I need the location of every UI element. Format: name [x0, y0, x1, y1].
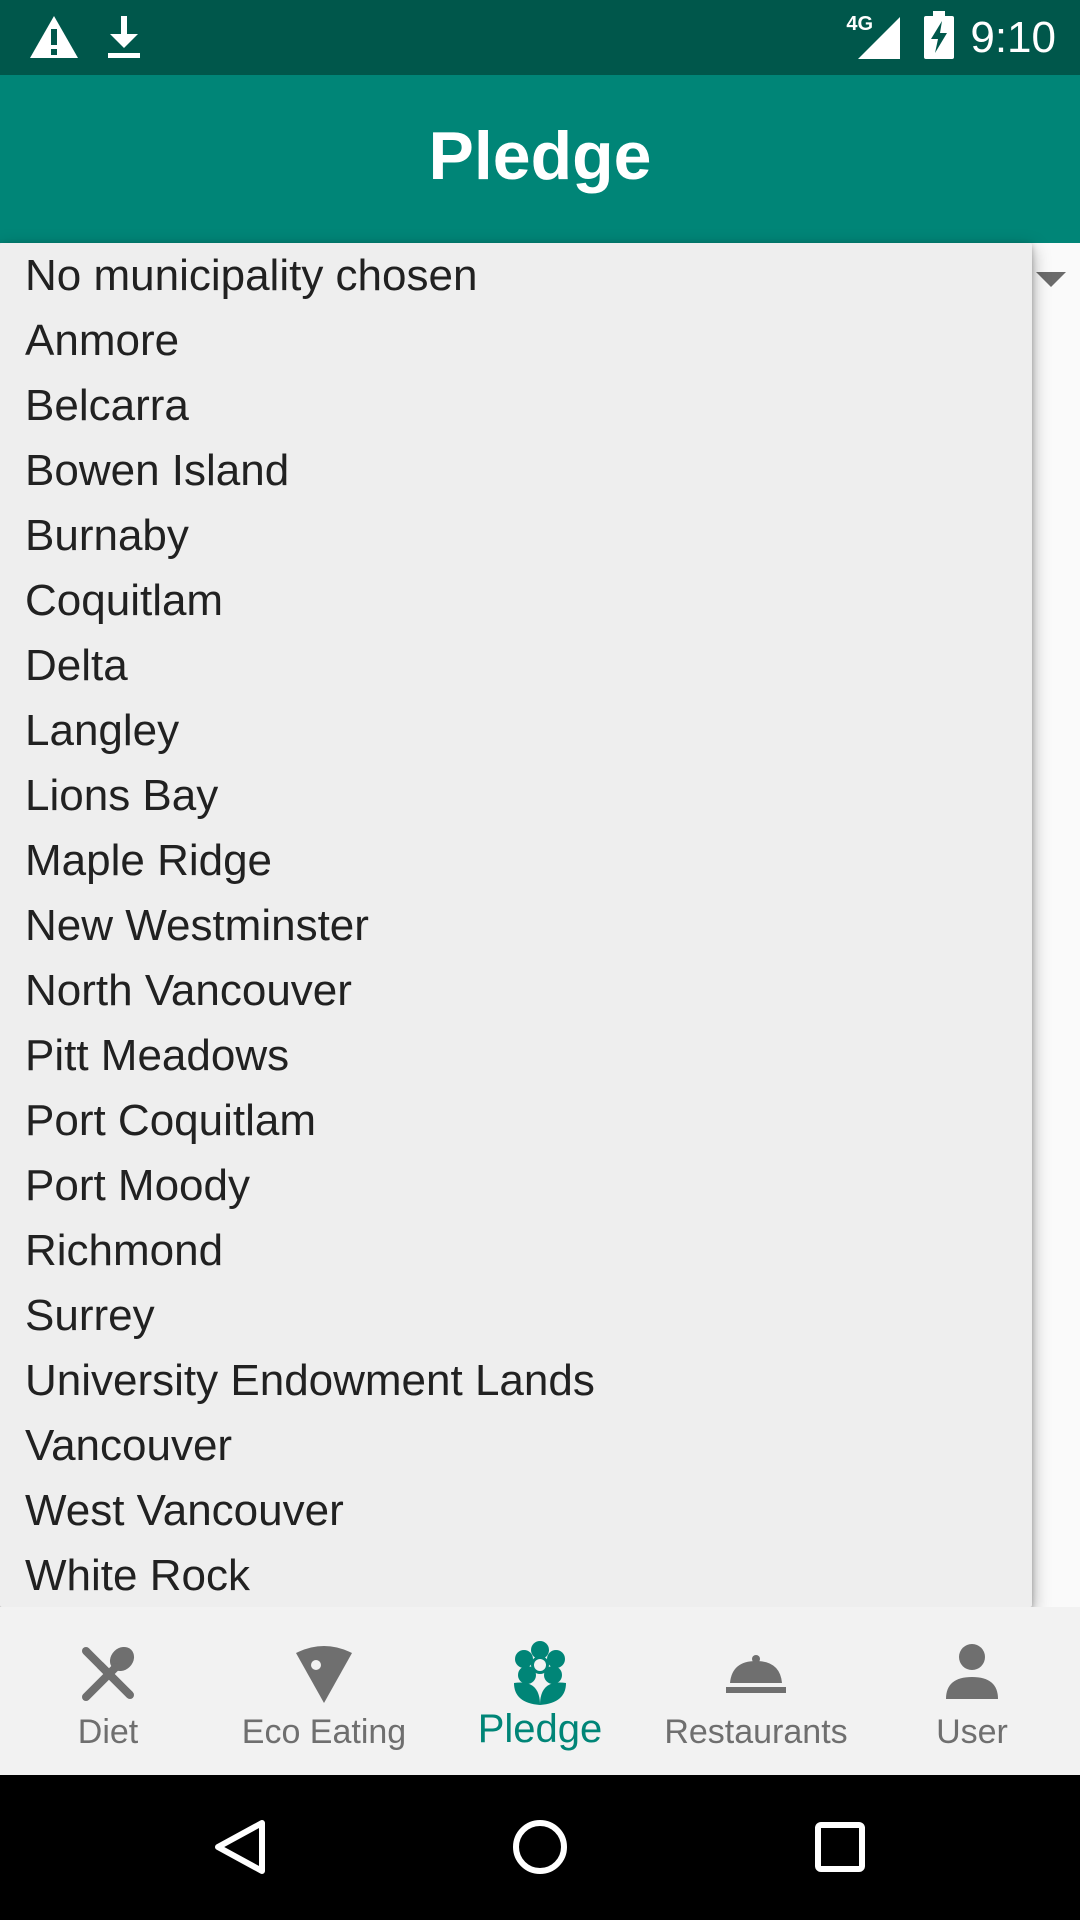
- status-time: 9:10: [970, 12, 1056, 62]
- dropdown-item[interactable]: North Vancouver: [0, 958, 1032, 1023]
- recents-icon[interactable]: [810, 1817, 870, 1877]
- person-icon: [940, 1641, 1004, 1705]
- dropdown-item[interactable]: Port Coquitlam: [0, 1088, 1032, 1153]
- status-bar: 4G 9:10: [0, 0, 1080, 75]
- dropdown-item[interactable]: Burnaby: [0, 503, 1032, 568]
- dropdown-item[interactable]: Anmore: [0, 308, 1032, 373]
- bottom-navigation: Diet Eco Eating Pledge Restaurants User: [0, 1607, 1080, 1775]
- nav-item-restaurants[interactable]: Restaurants: [648, 1607, 864, 1775]
- nav-item-pledge[interactable]: Pledge: [432, 1607, 648, 1775]
- dropdown-item[interactable]: Richmond: [0, 1218, 1032, 1283]
- page-title: Pledge: [428, 118, 652, 194]
- download-icon: [102, 14, 146, 65]
- nav-label-eco-eating: Eco Eating: [241, 1713, 407, 1751]
- app-bar: Pledge: [0, 75, 1080, 243]
- dropdown-item[interactable]: University Endowment Lands: [0, 1348, 1032, 1413]
- nav-label-user: User: [936, 1713, 1008, 1751]
- dropdown-item[interactable]: Surrey: [0, 1283, 1032, 1348]
- dropdown-item[interactable]: Maple Ridge: [0, 828, 1032, 893]
- cloche-icon: [724, 1641, 788, 1705]
- nav-label-restaurants: Restaurants: [664, 1713, 848, 1751]
- back-icon[interactable]: [210, 1817, 270, 1877]
- dropdown-item[interactable]: New Westminster: [0, 893, 1032, 958]
- dropdown-item[interactable]: Coquitlam: [0, 568, 1032, 633]
- network-type-label: 4G: [846, 12, 874, 35]
- dropdown-item[interactable]: Port Moody: [0, 1153, 1032, 1218]
- flower-icon: [508, 1641, 572, 1705]
- nav-label-pledge: Pledge: [477, 1707, 603, 1751]
- system-navigation-bar: [0, 1775, 1080, 1920]
- dropdown-item[interactable]: Vancouver: [0, 1413, 1032, 1478]
- dropdown-item[interactable]: Langley: [0, 698, 1032, 763]
- fork-knife-icon: [76, 1641, 140, 1705]
- dropdown-item[interactable]: White Rock: [0, 1543, 1032, 1607]
- dropdown-item[interactable]: Bowen Island: [0, 438, 1032, 503]
- nav-label-diet: Diet: [77, 1713, 139, 1751]
- signal-icon: 4G: [846, 12, 902, 61]
- dropdown-item[interactable]: Delta: [0, 633, 1032, 698]
- dropdown-item[interactable]: Pitt Meadows: [0, 1023, 1032, 1088]
- spinner-arrow-icon[interactable]: [1036, 272, 1066, 287]
- dropdown-item[interactable]: Lions Bay: [0, 763, 1032, 828]
- nav-item-user[interactable]: User: [864, 1607, 1080, 1775]
- dropdown-item[interactable]: Belcarra: [0, 373, 1032, 438]
- dropdown-item[interactable]: West Vancouver: [0, 1478, 1032, 1543]
- home-icon[interactable]: [510, 1817, 570, 1877]
- battery-charging-icon: [924, 11, 955, 64]
- dropdown-item[interactable]: No municipality chosen: [0, 243, 1032, 308]
- warning-icon: [28, 14, 80, 65]
- nav-item-diet[interactable]: Diet: [0, 1607, 216, 1775]
- pizza-slice-icon: [292, 1641, 356, 1705]
- municipality-dropdown: No municipality chosen Anmore Belcarra Bowe…: [0, 243, 1032, 1607]
- nav-item-eco-eating[interactable]: Eco Eating: [216, 1607, 432, 1775]
